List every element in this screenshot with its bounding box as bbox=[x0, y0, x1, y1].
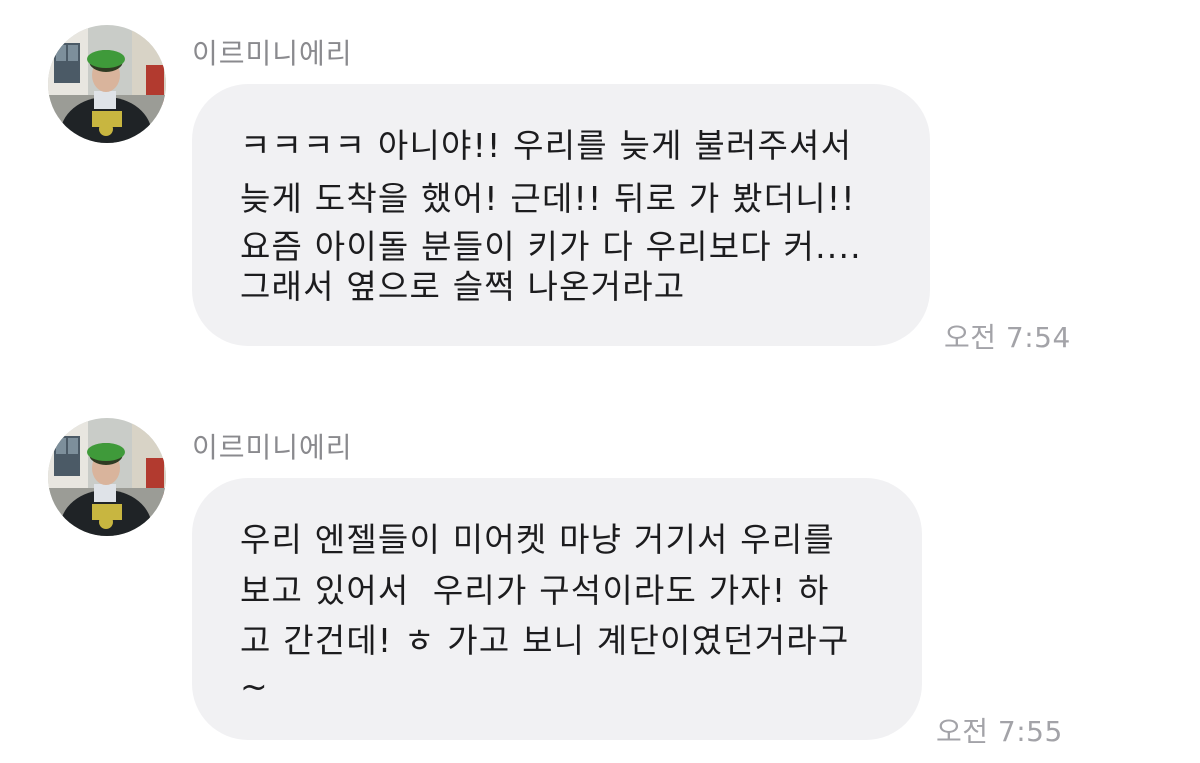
avatar[interactable] bbox=[48, 25, 166, 143]
message-bubble[interactable]: 우리 엔젤들이 미어켓 마냥 거기서 우리를 보고 있어서 우리가 구석이라도 … bbox=[192, 478, 922, 740]
message-line: 고 간건데! ㅎ 가고 보니 계단이였던거라구 bbox=[240, 621, 850, 660]
profile-photo bbox=[48, 25, 166, 143]
message-bubble[interactable]: ㅋㅋㅋㅋ 아니야!! 우리를 늦게 불러주셔서 늦게 도착을 했어! 근데!! … bbox=[192, 84, 930, 346]
message-line: ~ bbox=[240, 667, 269, 706]
message-line: ㅋㅋㅋㅋ 아니야!! 우리를 늦게 불러주셔서 bbox=[240, 126, 853, 165]
message-line: 그래서 옆으로 슬쩍 나온거라고 bbox=[240, 267, 686, 306]
avatar[interactable] bbox=[48, 418, 166, 536]
message-timestamp: 오전 7:54 bbox=[944, 321, 1071, 354]
profile-photo bbox=[48, 418, 166, 536]
chat-screen: { "messages": [ { "sender": "이르미니에리", "l… bbox=[0, 0, 1200, 763]
message-line: 요즘 아이돌 분들이 키가 다 우리보다 커.... bbox=[240, 227, 862, 266]
sender-name: 이르미니에리 bbox=[192, 431, 353, 464]
message-line: 보고 있어서 우리가 구석이라도 가자! 하 bbox=[240, 571, 830, 610]
sender-name: 이르미니에리 bbox=[192, 37, 353, 70]
message-line: 우리 엔젤들이 미어켓 마냥 거기서 우리를 bbox=[240, 520, 835, 559]
message-timestamp: 오전 7:55 bbox=[936, 715, 1063, 748]
message-line: 늦게 도착을 했어! 근데!! 뒤로 가 봤더니!! bbox=[240, 179, 856, 218]
